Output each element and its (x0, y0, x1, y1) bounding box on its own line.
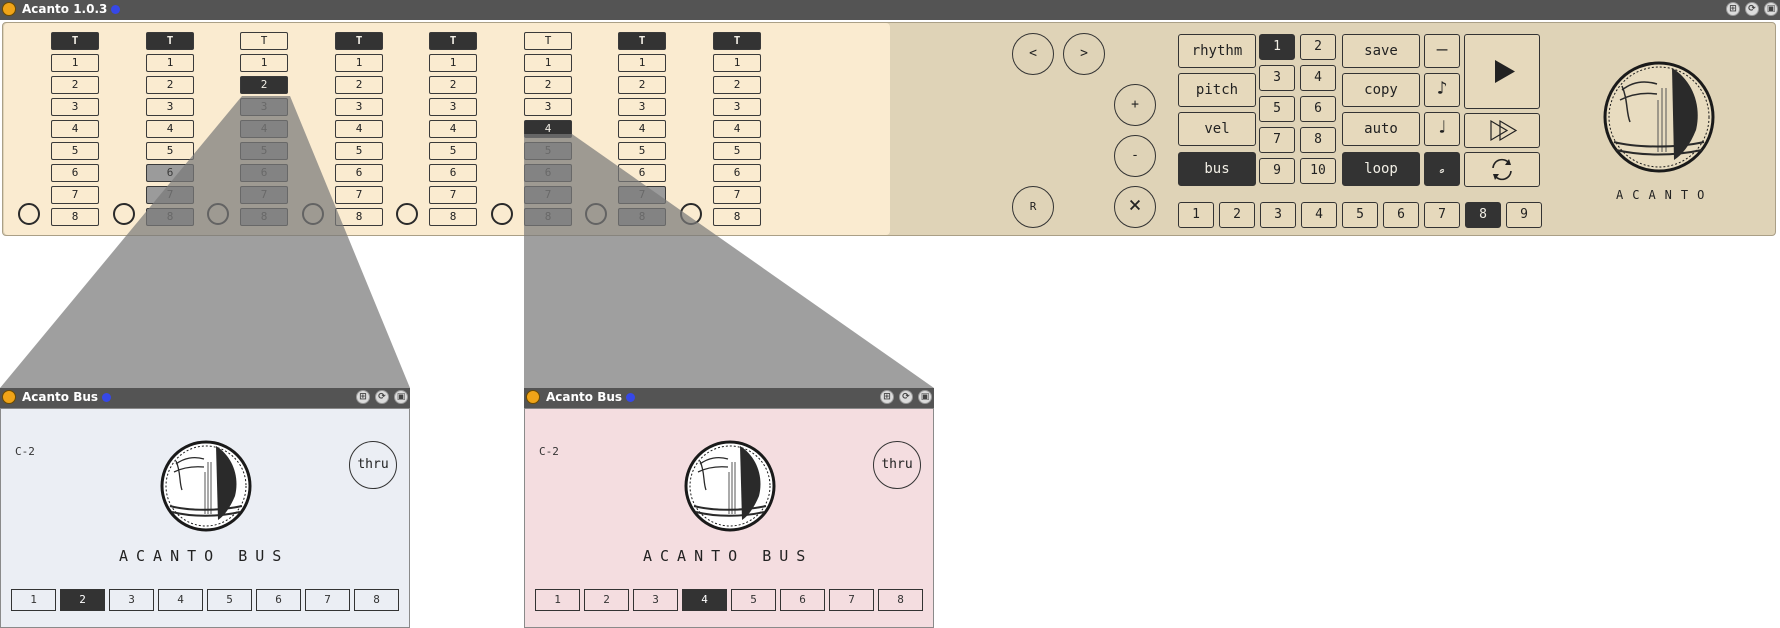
bus-brand-name: ACANTO BUS (119, 547, 290, 565)
bus-window-title: Acanto Bus (22, 390, 99, 404)
clear-button[interactable]: × (1114, 186, 1156, 228)
bus-channel-button-8[interactable]: 8 (878, 589, 923, 611)
track-button-8[interactable]: 8 (1465, 202, 1501, 228)
bus-window-1-titlebar[interactable]: Acanto Bus ⊞ ⟳ ▣ (0, 388, 410, 408)
brand-name: ACANTO (1616, 188, 1714, 202)
acanto-logo-icon (160, 440, 252, 532)
number-button-2[interactable]: 2 (1300, 34, 1336, 60)
track-button-4[interactable]: 4 (1301, 202, 1337, 228)
window-refresh-icon[interactable]: ⟳ (899, 390, 913, 404)
quarter-note-button[interactable]: ♩ (1424, 112, 1460, 146)
bus-window-1: Acanto Bus ⊞ ⟳ ▣ C-2 thru ACANTO BUS 123… (0, 388, 410, 628)
window-save-icon[interactable]: ▣ (918, 390, 932, 404)
play-button[interactable] (1464, 34, 1540, 109)
play-icon (1495, 60, 1515, 83)
half-note-icon: 𝅗 (1439, 157, 1445, 178)
bus-brand-name: ACANTO BUS (643, 547, 814, 565)
repeat-icon (1492, 158, 1512, 181)
number-button-3[interactable]: 3 (1259, 65, 1295, 91)
bus-channel-button-2[interactable]: 2 (60, 589, 105, 611)
copy-button[interactable]: copy (1342, 73, 1420, 107)
plus-button[interactable]: + (1114, 84, 1156, 126)
play-step-icon (1490, 119, 1518, 142)
number-button-5[interactable]: 5 (1259, 96, 1295, 122)
number-button-10[interactable]: 10 (1300, 158, 1336, 184)
bus-channel-button-3[interactable]: 3 (633, 589, 678, 611)
repeat-button[interactable] (1464, 152, 1540, 187)
play-step-button[interactable] (1464, 113, 1540, 148)
thru-button[interactable]: thru (873, 441, 921, 489)
track-button-2[interactable]: 2 (1219, 202, 1255, 228)
prev-button[interactable]: < (1012, 33, 1054, 75)
eighth-note-button[interactable]: ♪ (1424, 73, 1460, 107)
number-button-1[interactable]: 1 (1259, 34, 1295, 60)
bus-channel-button-6[interactable]: 6 (780, 589, 825, 611)
minus-button[interactable]: - (1114, 135, 1156, 177)
title-gem-icon (626, 393, 636, 402)
bus-channel-button-4[interactable]: 4 (682, 589, 727, 611)
bus-note-label: C-2 (539, 445, 559, 458)
quarter-note-icon: ♩ (1436, 117, 1448, 138)
save-button[interactable]: save (1342, 34, 1420, 68)
number-button-8[interactable]: 8 (1300, 127, 1336, 153)
track-button-7[interactable]: 7 (1424, 202, 1460, 228)
bus-channel-button-5[interactable]: 5 (207, 589, 252, 611)
title-gem-icon (102, 393, 112, 402)
pitch-button[interactable]: pitch (1178, 73, 1256, 107)
rhythm-button[interactable]: rhythm (1178, 34, 1256, 68)
bus-window-1-body: C-2 thru ACANTO BUS 12345678 (0, 408, 410, 628)
reset-button[interactable]: R (1012, 186, 1054, 228)
vel-button[interactable]: vel (1178, 112, 1256, 146)
number-button-4[interactable]: 4 (1300, 65, 1336, 91)
bus-note-label: C-2 (15, 445, 35, 458)
track-button-3[interactable]: 3 (1260, 202, 1296, 228)
bus-channel-button-3[interactable]: 3 (109, 589, 154, 611)
eighth-note-icon: ♪ (1436, 78, 1448, 99)
bus-channel-button-7[interactable]: 7 (305, 589, 350, 611)
bus-channel-button-1[interactable]: 1 (11, 589, 56, 611)
bus-channel-button-4[interactable]: 4 (158, 589, 203, 611)
rest-icon: — (1436, 39, 1448, 60)
acanto-logo-icon (1603, 61, 1715, 173)
bus-window-title: Acanto Bus (546, 390, 623, 404)
bus-window-2-body: C-2 thru ACANTO BUS 12345678 (524, 408, 934, 628)
half-note-button[interactable]: 𝅗 (1424, 152, 1460, 186)
bus-channel-button-8[interactable]: 8 (354, 589, 399, 611)
bus-channel-button-2[interactable]: 2 (584, 589, 629, 611)
next-button[interactable]: > (1063, 33, 1105, 75)
loop-button[interactable]: loop (1342, 152, 1420, 186)
bus-window-2-titlebar[interactable]: Acanto Bus ⊞ ⟳ ▣ (524, 388, 934, 408)
acanto-logo-icon (684, 440, 776, 532)
track-button-5[interactable]: 5 (1342, 202, 1378, 228)
track-button-1[interactable]: 1 (1178, 202, 1214, 228)
number-button-9[interactable]: 9 (1259, 158, 1295, 184)
window-buttons: ⊞ ⟳ ▣ (356, 390, 408, 404)
number-button-7[interactable]: 7 (1259, 127, 1295, 153)
window-buttons: ⊞ ⟳ ▣ (880, 390, 932, 404)
bus-button[interactable]: bus (1178, 152, 1256, 186)
zoom-cone-right (524, 134, 934, 388)
bus-channel-button-7[interactable]: 7 (829, 589, 874, 611)
bus-channel-button-1[interactable]: 1 (535, 589, 580, 611)
track-button-6[interactable]: 6 (1383, 202, 1419, 228)
window-float-icon[interactable]: ⊞ (356, 390, 370, 404)
window-close-dot[interactable] (526, 390, 540, 404)
window-close-dot[interactable] (2, 390, 16, 404)
bus-channel-button-5[interactable]: 5 (731, 589, 776, 611)
bus-channel-button-6[interactable]: 6 (256, 589, 301, 611)
track-button-9[interactable]: 9 (1506, 202, 1542, 228)
window-refresh-icon[interactable]: ⟳ (375, 390, 389, 404)
rest-note-button[interactable]: — (1424, 34, 1460, 68)
bus-window-2: Acanto Bus ⊞ ⟳ ▣ C-2 thru ACANTO BUS 123… (524, 388, 934, 628)
window-float-icon[interactable]: ⊞ (880, 390, 894, 404)
auto-button[interactable]: auto (1342, 112, 1420, 146)
thru-button[interactable]: thru (349, 441, 397, 489)
window-save-icon[interactable]: ▣ (394, 390, 408, 404)
zoom-cone-left (0, 96, 410, 388)
number-button-6[interactable]: 6 (1300, 96, 1336, 122)
